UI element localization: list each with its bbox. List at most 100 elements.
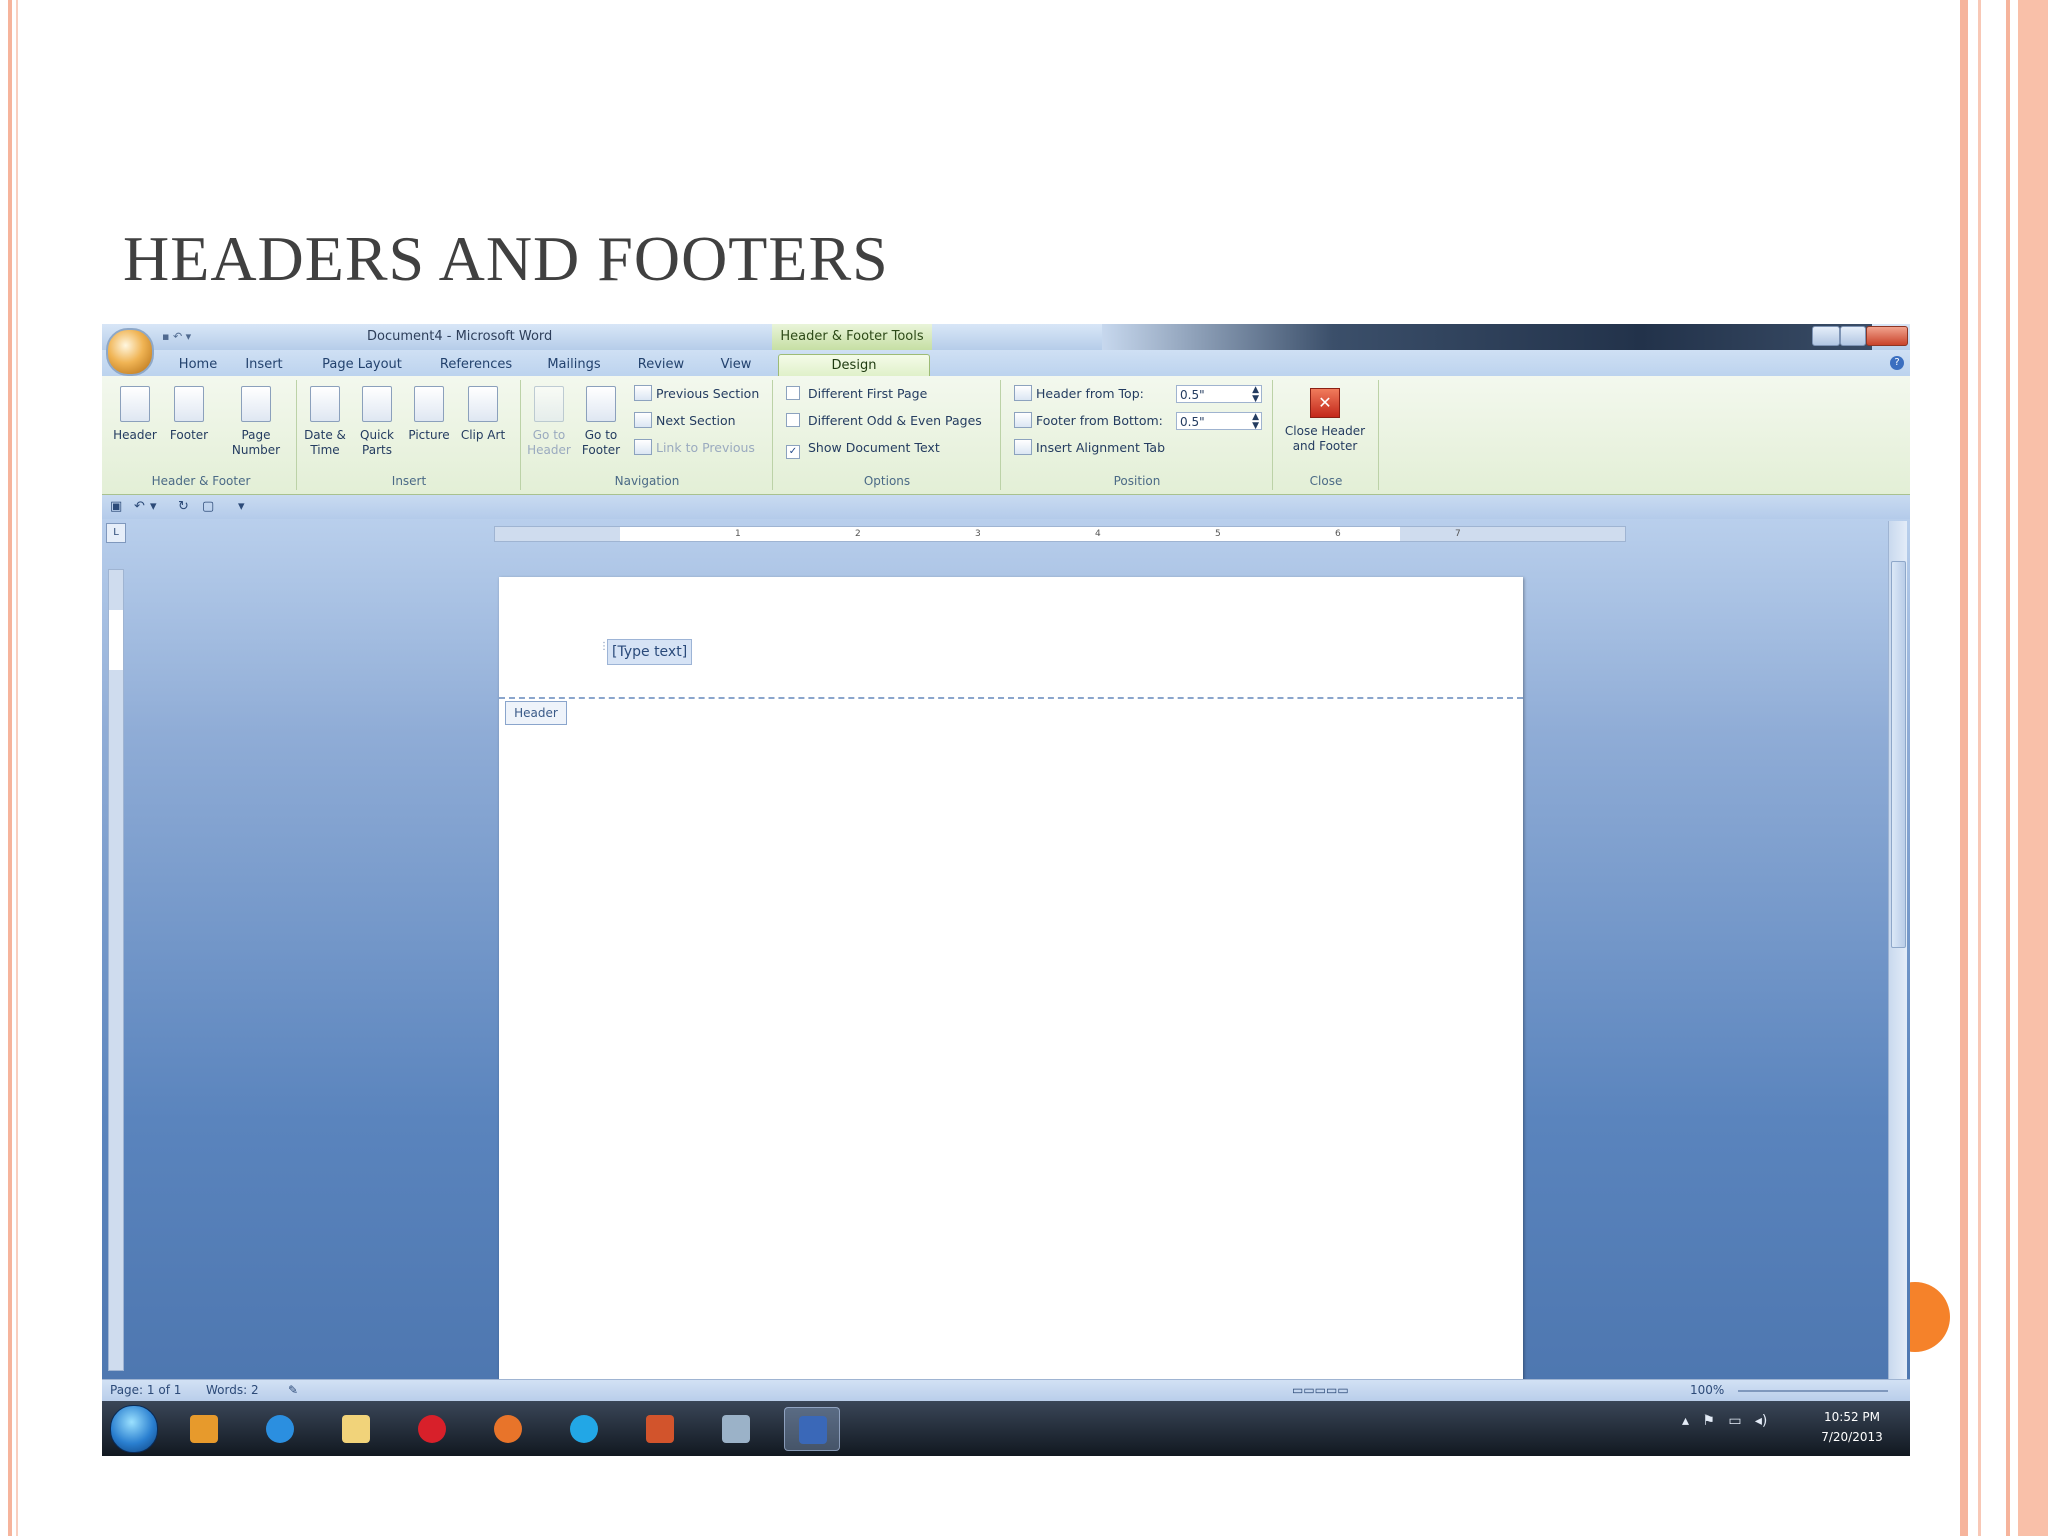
group-insert: Date & Time Quick Parts Picture Clip Art…: [298, 380, 521, 490]
opera-icon: [418, 1415, 446, 1443]
group-label-insert: Insert: [391, 474, 427, 488]
quick-access-toolbar-top[interactable]: ▪ ↶ ▾: [162, 330, 232, 344]
proofing-icon[interactable]: ✎: [288, 1383, 298, 1397]
next-section-button[interactable]: Next Section: [634, 411, 736, 431]
slide-left-border: [0, 0, 26, 1536]
header-from-top-label: Header from Top:: [1014, 384, 1144, 404]
footer-button[interactable]: Footer: [164, 384, 214, 464]
spinner-icon[interactable]: ▲ ▼: [1252, 386, 1259, 404]
save-icon[interactable]: ▣: [110, 499, 122, 514]
volume-icon[interactable]: ◂): [1755, 1413, 1768, 1429]
different-first-page-checkbox[interactable]: Different First Page: [786, 384, 927, 404]
zoom-level[interactable]: 100%: [1690, 1383, 1724, 1397]
different-odd-even-checkbox[interactable]: Different Odd & Even Pages: [786, 411, 982, 431]
horizontal-ruler[interactable]: 1 2 3 4 5 6 7: [494, 526, 1626, 542]
vertical-scrollbar[interactable]: [1888, 521, 1907, 1381]
group-label-navigation: Navigation: [614, 474, 680, 488]
group-label-close: Close: [1309, 474, 1343, 488]
previous-section-button[interactable]: Previous Section: [634, 384, 759, 404]
taskbar-word[interactable]: [784, 1407, 840, 1451]
date-time-button[interactable]: Date & Time: [300, 384, 350, 464]
quick-parts-button[interactable]: Quick Parts: [352, 384, 402, 464]
vertical-ruler[interactable]: [108, 569, 124, 1371]
view-buttons[interactable]: ▭▭▭▭▭: [1292, 1383, 1349, 1397]
help-icon[interactable]: ?: [1890, 356, 1904, 370]
page-number-button[interactable]: Page Number: [224, 384, 288, 464]
header-tag: Header: [505, 701, 567, 725]
taskbar-file-explorer[interactable]: [328, 1407, 384, 1451]
show-document-text-checkbox[interactable]: ✓ Show Document Text: [786, 438, 940, 459]
minimize-button[interactable]: [1812, 326, 1840, 346]
status-bar: Page: 1 of 1 Words: 2 ✎ ▭▭▭▭▭ 100%: [102, 1379, 1910, 1402]
taskbar-opera[interactable]: [404, 1407, 460, 1451]
skype-icon: [570, 1415, 598, 1443]
quick-parts-icon: [362, 386, 392, 422]
taskbar-paint[interactable]: [708, 1407, 764, 1451]
tab-references[interactable]: References: [428, 354, 524, 376]
tab-review[interactable]: Review: [626, 354, 696, 376]
new-document-icon[interactable]: ▢: [202, 499, 214, 514]
network-icon[interactable]: ▭: [1728, 1413, 1741, 1429]
close-window-button[interactable]: [1866, 326, 1908, 346]
taskbar-firefox[interactable]: [480, 1407, 536, 1451]
group-label-header-footer: Header & Footer: [151, 474, 251, 488]
tab-mailings[interactable]: Mailings: [534, 354, 614, 376]
tab-insert[interactable]: Insert: [236, 354, 292, 376]
redo-icon[interactable]: ↻: [178, 499, 189, 514]
word-window-screenshot: ▪ ↶ ▾ Document4 - Microsoft Word Header …: [102, 324, 1910, 1456]
link-to-previous-button[interactable]: Link to Previous: [634, 438, 755, 458]
next-section-icon: [634, 412, 652, 428]
drag-handle-icon[interactable]: ⋮: [599, 641, 609, 661]
alignment-tab-icon: [1014, 439, 1032, 455]
spinner-icon[interactable]: ▲ ▼: [1252, 413, 1259, 431]
header-placeholder-text[interactable]: [Type text]: [607, 639, 693, 665]
header-from-top-input[interactable]: 0.5" ▲ ▼: [1176, 385, 1262, 404]
group-label-position: Position: [1113, 474, 1161, 488]
undo-icon[interactable]: ↶: [134, 499, 145, 514]
document-workspace: L 1 2 3 4 5 6 7 ⋮ [Type text] Header: [102, 519, 1910, 1387]
zoom-slider[interactable]: [1738, 1390, 1888, 1392]
office-button[interactable]: [106, 328, 154, 376]
tab-design[interactable]: Design: [778, 354, 930, 377]
taskbar-powerpoint[interactable]: [632, 1407, 688, 1451]
media-player-icon: [190, 1415, 218, 1443]
word-count[interactable]: Words: 2: [206, 1383, 259, 1397]
group-header-footer: Header Footer Page Number Header & Foote…: [106, 380, 297, 490]
slide-right-border: [1956, 0, 2048, 1536]
customize-toolbar-icon[interactable]: ▾: [238, 499, 245, 514]
taskbar-skype[interactable]: [556, 1407, 612, 1451]
close-icon: ✕: [1310, 388, 1340, 418]
start-button[interactable]: [110, 1405, 158, 1453]
tab-view[interactable]: View: [706, 354, 766, 376]
action-center-icon[interactable]: ⚑: [1702, 1413, 1715, 1429]
file-explorer-icon: [342, 1415, 370, 1443]
close-header-footer-button[interactable]: ✕ Close Header and Footer: [1280, 384, 1370, 464]
tab-selector[interactable]: L: [106, 523, 126, 543]
group-navigation: Go to Header Go to Footer Previous Secti…: [522, 380, 773, 490]
go-to-header-button[interactable]: Go to Header: [524, 384, 574, 464]
taskbar-media-player[interactable]: [176, 1407, 232, 1451]
scrollbar-thumb[interactable]: [1891, 561, 1906, 948]
picture-button[interactable]: Picture: [404, 384, 454, 464]
maximize-button[interactable]: [1840, 326, 1866, 346]
clip-art-button[interactable]: Clip Art: [458, 384, 508, 464]
insert-alignment-tab-button[interactable]: Insert Alignment Tab: [1014, 438, 1165, 458]
footer-from-bottom-input[interactable]: 0.5" ▲ ▼: [1176, 412, 1262, 431]
footer-position-icon: [1014, 412, 1032, 428]
clip-art-icon: [468, 386, 498, 422]
page-count[interactable]: Page: 1 of 1: [110, 1383, 181, 1397]
quick-access-toolbar: ▣ ↶ ▾ ↻ ▢ ▾: [102, 495, 1910, 519]
go-to-footer-button[interactable]: Go to Footer: [576, 384, 626, 464]
taskbar-internet-explorer[interactable]: [252, 1407, 308, 1451]
clock-time: 10:52 PM: [1824, 1410, 1880, 1424]
taskbar-clock[interactable]: 10:52 PM 7/20/2013: [1802, 1407, 1902, 1447]
header-footer-tools-label: Header & Footer Tools: [772, 324, 932, 350]
system-tray[interactable]: ▴ ⚑ ▭ ◂): [1682, 1413, 1767, 1429]
header-button[interactable]: Header: [110, 384, 160, 464]
show-hidden-icons-icon[interactable]: ▴: [1682, 1413, 1689, 1429]
undo-dropdown-icon[interactable]: ▾: [150, 499, 157, 514]
tab-page-layout[interactable]: Page Layout: [312, 354, 412, 376]
document-page[interactable]: ⋮ [Type text] Header: [499, 577, 1523, 1387]
previous-section-icon: [634, 385, 652, 401]
tab-home[interactable]: Home: [170, 354, 226, 376]
